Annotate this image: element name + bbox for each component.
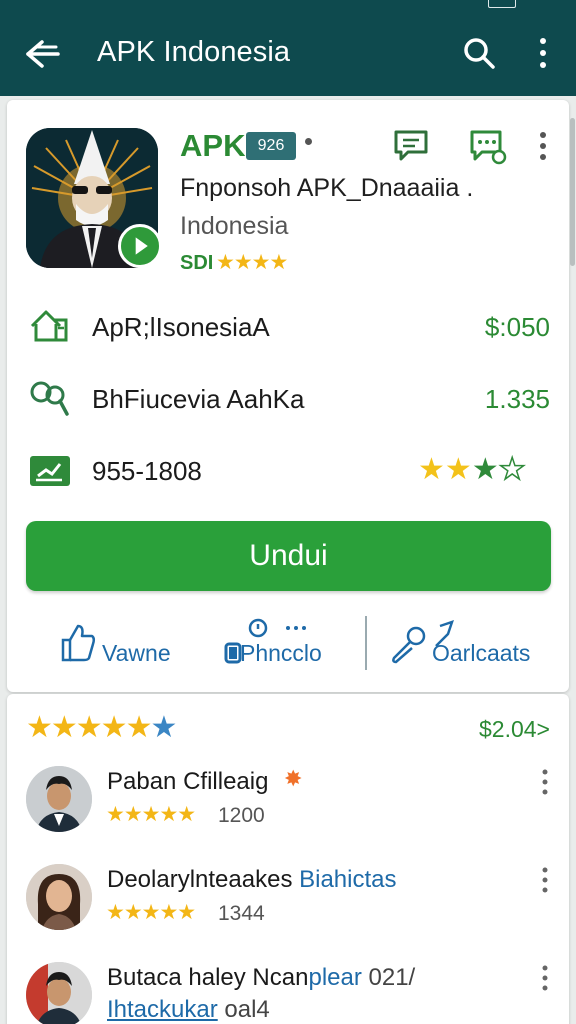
separator-dot — [305, 138, 312, 145]
app-bar: APK Indonesia — [0, 14, 576, 96]
star-blue: ★ — [150, 711, 177, 744]
app-subtitle: Fnponsoh APK_Dnaaaiia . — [180, 174, 474, 202]
search-person-icon — [30, 381, 69, 416]
info-label-3: 955-1808 — [92, 456, 202, 486]
flower-icon: ✸ — [284, 766, 303, 791]
star-empty: ★ — [498, 452, 526, 487]
review-menu-icon[interactable] — [538, 866, 552, 894]
reviewer-name-text: Butaca haley Ncan — [107, 964, 309, 991]
search-icon[interactable] — [462, 36, 496, 70]
status-bar — [0, 0, 576, 14]
card-overflow-menu-icon[interactable] — [534, 130, 552, 162]
review-count: oal4 — [224, 996, 270, 1023]
reviewer-meta: 021/ — [368, 964, 416, 991]
star-full: ★ — [418, 453, 445, 486]
summary-stars: ★★★★★★ — [26, 710, 177, 745]
page-title: APK Indonesia — [97, 36, 291, 68]
controller-label: Phncclo — [240, 640, 322, 666]
like-icon — [61, 624, 96, 662]
chat-icon[interactable] — [392, 128, 430, 162]
app-rating-stars: ★★★★ — [216, 251, 288, 274]
reviewer-tag[interactable]: plear — [308, 964, 361, 991]
info-label-1: ApR;lIsonesiaA — [92, 312, 270, 342]
avatar — [26, 766, 92, 832]
info-label-2: BhFiucevia AahKa — [92, 384, 305, 414]
scrollbar[interactable] — [570, 118, 575, 266]
play-icon — [118, 224, 162, 268]
chart-badge-icon — [30, 456, 70, 486]
summary-price[interactable]: $2.04> — [479, 716, 550, 743]
overflow-menu-icon[interactable] — [532, 36, 554, 70]
star-full: ★ — [471, 453, 499, 486]
review-stars: ★★★★★ — [106, 901, 196, 924]
review-count: 1344 — [218, 902, 265, 925]
reviewer-link[interactable]: Ihtackukar oal4 — [107, 996, 270, 1024]
reviewer-tag[interactable]: Biahictas — [299, 866, 396, 893]
action-divider — [365, 616, 367, 670]
edit-label: Oarlcaats — [432, 640, 531, 666]
download-button[interactable]: Undui — [26, 521, 551, 591]
summary-stars-text: ★★★★★ — [26, 711, 152, 744]
info-value-2: 1.335 — [484, 384, 550, 414]
review-stars: ★★★★★ — [106, 803, 196, 826]
version-badge: 926 — [246, 132, 296, 160]
battery-icon — [488, 0, 516, 8]
app-developer: Indonesia — [180, 212, 289, 240]
reviewer-link-text[interactable]: Ihtackukar — [107, 996, 218, 1023]
info-value-1: $:050 — [484, 312, 550, 342]
reviewer-name: Deolarylnteaakes Biahictas — [107, 866, 397, 894]
app-name: APK — [180, 128, 246, 163]
like-label: Vawne — [102, 640, 171, 666]
star-full: ★ — [444, 453, 472, 486]
review-menu-icon[interactable] — [538, 768, 552, 796]
reviewer-name: Paban Cfilleaig — [107, 768, 269, 795]
rating-label: SDI — [180, 252, 214, 274]
review-menu-icon[interactable] — [538, 964, 552, 992]
message-share-icon[interactable] — [468, 128, 508, 166]
avatar — [26, 962, 92, 1024]
back-arrow-icon[interactable] — [22, 36, 62, 72]
info-rating-stars: ★★★★ — [418, 452, 526, 487]
review-count: 1200 — [218, 804, 265, 827]
home-icon — [30, 310, 68, 342]
reviewer-name-text: Deolarylnteaakes — [107, 866, 293, 893]
avatar — [26, 864, 92, 930]
reviewer-name: Butaca haley Ncanplear 021/ — [107, 964, 415, 992]
